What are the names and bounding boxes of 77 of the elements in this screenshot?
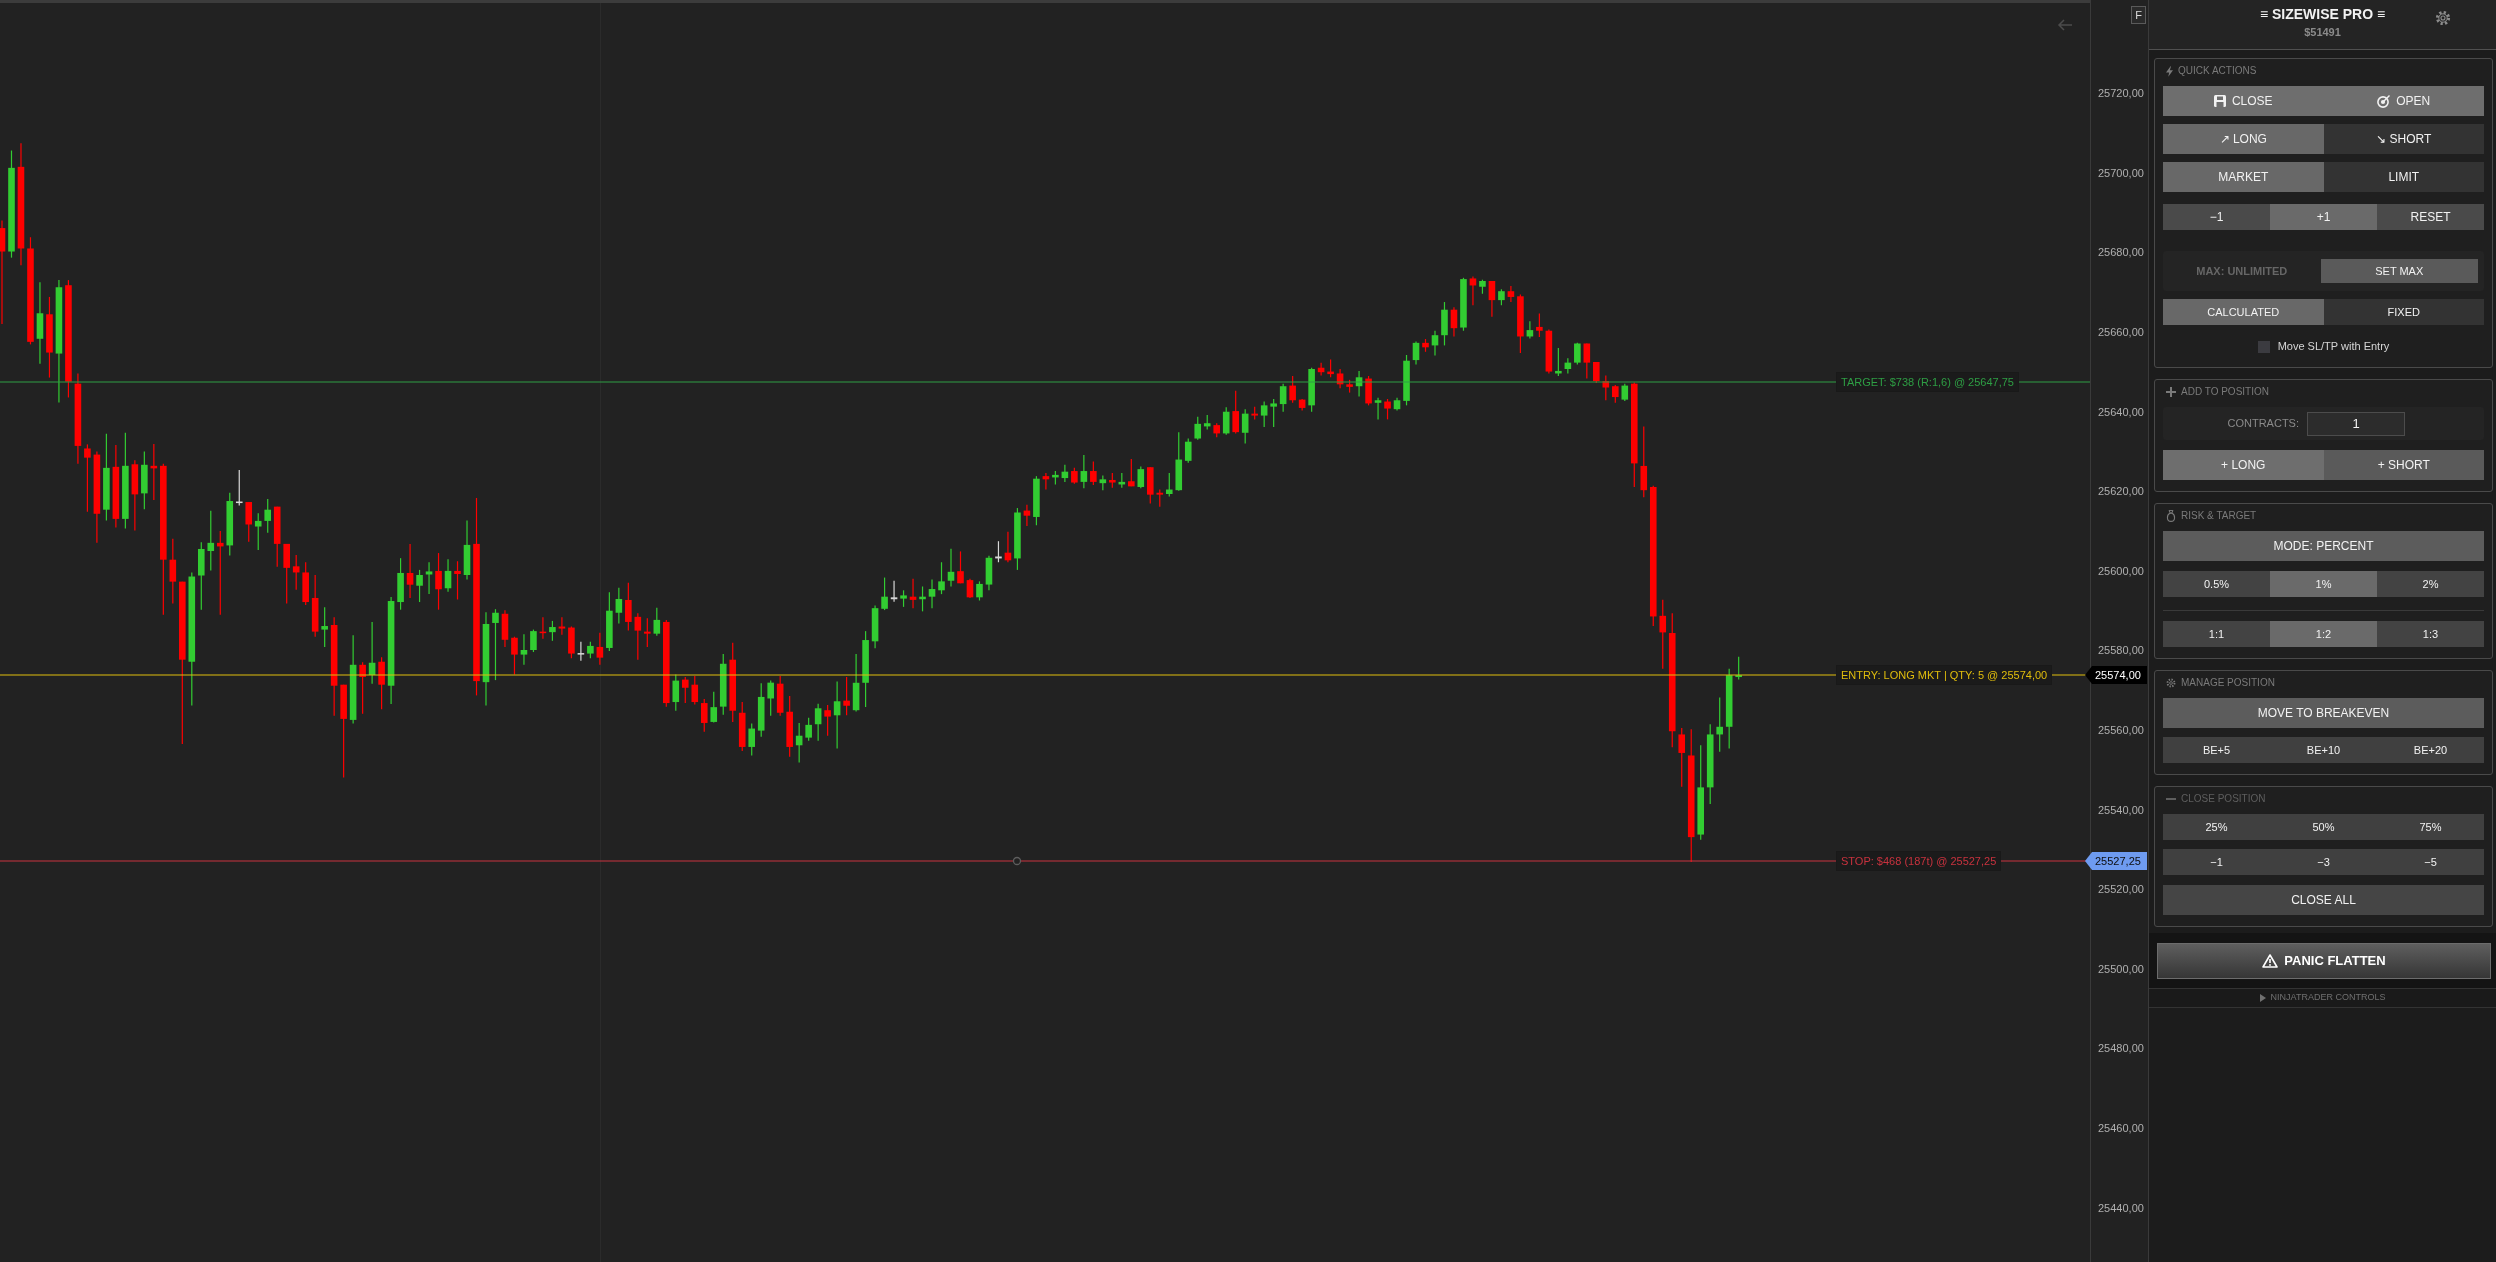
toggle-button[interactable]: ↘ SHORT — [2323, 124, 2484, 154]
option-button[interactable]: 2% — [2377, 571, 2484, 597]
option-button[interactable]: 1:3 — [2377, 621, 2484, 647]
price-label: 25500,00 — [2098, 962, 2144, 976]
toggle-button[interactable]: FIXED — [2323, 299, 2484, 325]
grid-button[interactable]: 25% — [2163, 814, 2270, 840]
contracts-label: CONTRACTS: — [2226, 416, 2299, 432]
settings-icon[interactable] — [2435, 10, 2451, 26]
price-label: 25480,00 — [2098, 1042, 2144, 1056]
checkbox[interactable] — [2257, 340, 2270, 353]
section-title: ADD TO POSITION — [2181, 385, 2269, 399]
price-label: 25620,00 — [2098, 485, 2144, 499]
target-icon — [2377, 94, 2391, 108]
warning-icon — [2262, 954, 2279, 968]
grid-button[interactable]: BE+5 — [2163, 737, 2270, 763]
left-arrow-icon[interactable] — [2057, 19, 2073, 31]
price-label: 25720,00 — [2098, 87, 2144, 101]
price-label: 25540,00 — [2098, 803, 2144, 817]
action-button[interactable]: OPEN — [2323, 86, 2484, 116]
grid-button[interactable]: 50% — [2270, 814, 2377, 840]
current-price-marker: 25574,00 — [2085, 666, 2147, 684]
step-button[interactable]: −1 — [2163, 204, 2270, 230]
checkbox-label: Move SL/TP with Entry — [2277, 339, 2390, 355]
section-title: RISK & TARGET — [2181, 509, 2257, 523]
step-button[interactable]: +1 — [2270, 204, 2377, 230]
action-button[interactable]: + LONG — [2163, 450, 2324, 480]
toggle-button[interactable]: CALCULATED — [2163, 299, 2324, 325]
corner-button[interactable]: F — [2131, 6, 2146, 24]
minus-icon — [2166, 798, 2176, 800]
section-title: QUICK ACTIONS — [2178, 64, 2257, 78]
step-button[interactable]: RESET — [2377, 204, 2484, 230]
section-title: CLOSE POSITION — [2181, 792, 2266, 806]
price-label: 25680,00 — [2098, 246, 2144, 260]
action-button[interactable]: + SHORT — [2323, 450, 2484, 480]
panic-flatten-button[interactable]: PANIC FLATTEN — [2157, 943, 2491, 979]
price-label: 25520,00 — [2098, 883, 2144, 897]
grid-button[interactable]: BE+20 — [2377, 737, 2484, 763]
toggle-button[interactable]: MARKET — [2163, 162, 2324, 192]
grid-button[interactable]: BE+10 — [2270, 737, 2377, 763]
price-label: 25660,00 — [2098, 326, 2144, 340]
app-title: ≡ SIZEWISE PRO ≡ — [2259, 5, 2386, 23]
grid-button[interactable]: −1 — [2163, 849, 2270, 875]
price-label: 25600,00 — [2098, 564, 2144, 578]
grid-button[interactable]: −3 — [2270, 849, 2377, 875]
price-label: 25460,00 — [2098, 1122, 2144, 1135]
action-button[interactable]: MOVE TO BREAKEVEN — [2163, 698, 2484, 728]
option-button[interactable]: 1:1 — [2163, 621, 2270, 647]
price-label: 25440,00 — [2098, 1201, 2144, 1215]
account-balance: $51491 — [2304, 25, 2341, 39]
stop-price-marker: 25527,25 — [2085, 852, 2147, 870]
plus-icon — [2166, 387, 2176, 397]
price-label: 25560,00 — [2098, 724, 2144, 738]
level-label: ENTRY: LONG MKT | QTY: 5 @ 25574,00 — [1836, 665, 2053, 685]
option-button[interactable]: 1% — [2270, 571, 2377, 597]
action-button[interactable]: CLOSE — [2163, 86, 2324, 116]
controls-toggle[interactable]: NINJATRADER CONTROLS — [2149, 988, 2496, 1008]
lightning-icon — [2166, 65, 2173, 77]
section-title: MANAGE POSITION — [2181, 676, 2275, 690]
set-max-button[interactable]: SET MAX — [2320, 259, 2478, 283]
grid-button[interactable]: −5 — [2377, 849, 2484, 875]
level-label: TARGET: $738 (R:1,6) @ 25647,75 — [1836, 372, 2019, 392]
action-button[interactable]: CLOSE ALL — [2163, 885, 2484, 915]
toggle-button[interactable]: LIMIT — [2323, 162, 2484, 192]
action-button[interactable]: MODE: PERCENT — [2163, 531, 2484, 561]
price-label: 25700,00 — [2098, 166, 2144, 180]
line-handle-icon[interactable] — [1012, 856, 1022, 866]
price-label: 25580,00 — [2098, 644, 2144, 658]
option-button[interactable]: 0.5% — [2163, 571, 2270, 597]
toggle-button[interactable]: ↗ LONG — [2163, 124, 2324, 154]
option-button[interactable]: 1:2 — [2270, 621, 2377, 647]
contracts-input[interactable]: 1 — [2307, 411, 2405, 436]
grid-button[interactable]: 75% — [2377, 814, 2484, 840]
money-bag-icon — [2166, 510, 2176, 522]
gear-icon — [2166, 678, 2176, 688]
price-label: 25640,00 — [2098, 405, 2144, 419]
max-status: MAX: UNLIMITED — [2195, 263, 2289, 279]
level-label: STOP: $468 (187t) @ 25527,25 — [1836, 851, 2002, 871]
